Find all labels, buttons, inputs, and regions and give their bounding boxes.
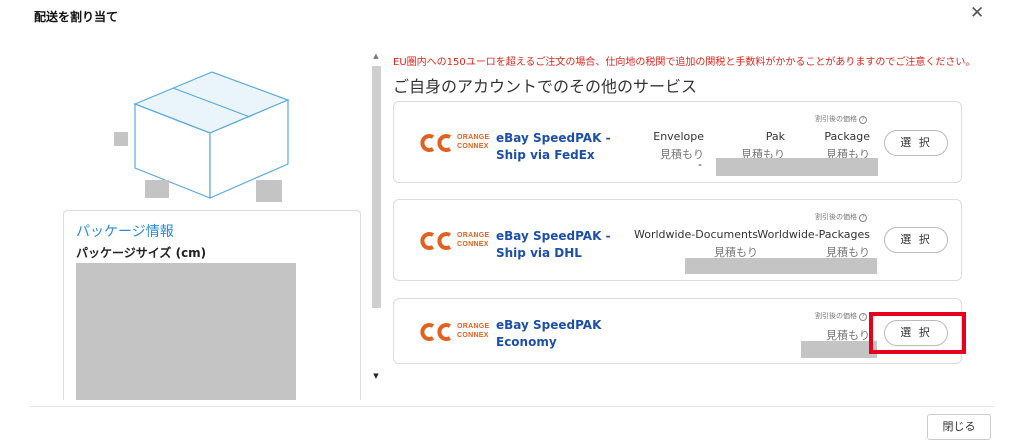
- footer-divider: [30, 406, 994, 407]
- select-button-dhl[interactable]: 選 択: [884, 227, 948, 253]
- highlight-box: [869, 312, 966, 354]
- orange-connex-logo: ORANGE CONNEX: [419, 321, 489, 343]
- col-worldwide-documents-label: Worldwide-Documents: [633, 228, 758, 241]
- service-name: eBay SpeedPAK - Ship via DHL: [496, 229, 611, 260]
- orange-connex-logo-icon: [420, 232, 452, 250]
- discounted-price-header: 割引後の価格?: [815, 212, 867, 222]
- redacted-price: [716, 158, 878, 176]
- close-icon[interactable]: ✕: [970, 3, 984, 23]
- help-icon[interactable]: ?: [859, 214, 867, 222]
- discounted-price-header: 割引後の価格?: [815, 114, 867, 124]
- col-pak-label: Pak: [765, 130, 785, 143]
- scroll-down-arrow-icon[interactable]: ▼: [369, 372, 383, 380]
- col-package-label: Package: [824, 130, 870, 143]
- price-dash: -: [698, 158, 702, 171]
- package-info-panel: パッケージ情報 パッケージサイズ (cm): [63, 210, 361, 400]
- close-button[interactable]: 閉じる: [927, 414, 991, 440]
- select-button-fedex[interactable]: 選 択: [884, 130, 948, 156]
- orange-connex-logo: ORANGE CONNEX: [419, 132, 489, 154]
- other-services-heading: ご自身のアカウントでのその他のサービス: [393, 77, 698, 96]
- service-name: eBay SpeedPAK - Ship via FedEx: [496, 131, 611, 162]
- package-box-illustration: [114, 71, 290, 202]
- package-size-label: パッケージサイズ (cm): [76, 246, 207, 260]
- help-icon[interactable]: ?: [859, 313, 867, 321]
- eu-duty-notice: EU圏内への150ユーロを超えるご注文の場合、仕向地の税関で追加の関税と手数料が…: [393, 57, 976, 68]
- service-card-dhl: ORANGE CONNEX eBay SpeedPAK - Ship via D…: [393, 199, 962, 281]
- redacted-price: [801, 341, 877, 358]
- orange-connex-logo: ORANGE CONNEX: [419, 230, 489, 252]
- vertical-scrollbar[interactable]: ▲ ▼: [369, 50, 383, 385]
- modal-title: 配送を割り当て: [34, 10, 119, 24]
- scroll-up-arrow-icon[interactable]: ▲: [369, 52, 383, 60]
- service-card-fedex: ORANGE CONNEX eBay SpeedPAK - Ship via F…: [393, 101, 962, 183]
- scroll-thumb[interactable]: [372, 66, 381, 308]
- orange-connex-logo-icon: [420, 323, 452, 341]
- redacted-price: [685, 258, 877, 274]
- col-worldwide-packages-label: Worldwide-Packages: [757, 228, 870, 241]
- package-info-title: パッケージ情報: [76, 224, 174, 240]
- help-icon[interactable]: ?: [859, 116, 867, 124]
- col-envelope-label: Envelope: [653, 130, 704, 143]
- service-name: eBay SpeedPAK Economy: [496, 318, 602, 349]
- redacted-package-details: [76, 263, 296, 400]
- discounted-price-header: 割引後の価格?: [815, 311, 867, 321]
- orange-connex-logo-icon: [420, 134, 452, 152]
